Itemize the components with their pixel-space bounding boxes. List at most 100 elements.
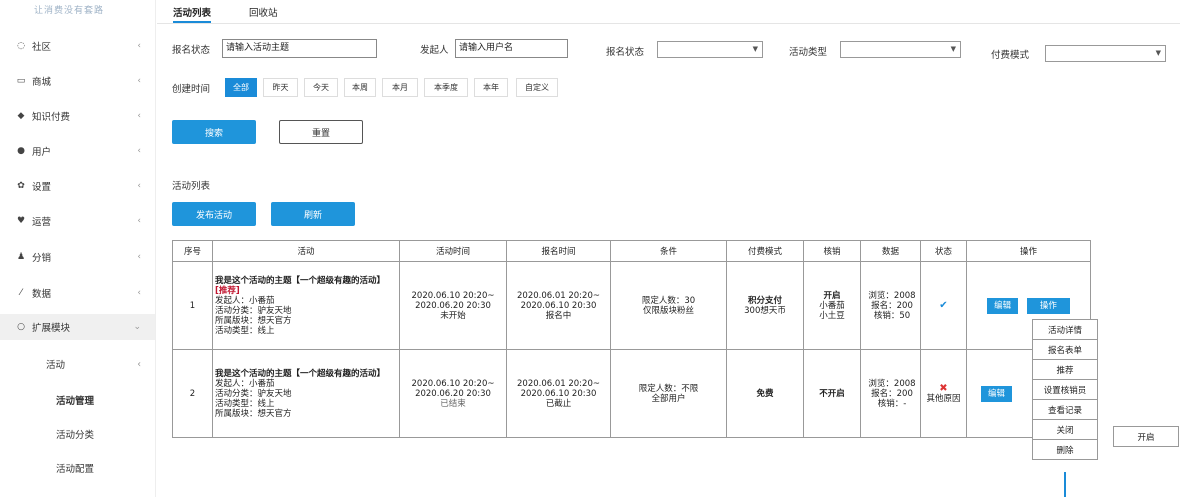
sponsor-input[interactable]: 请输入用户名 (455, 39, 568, 58)
menu-item-view-records[interactable]: 查看记录 (1032, 399, 1098, 420)
time-filter-week[interactable]: 本周 (344, 78, 376, 97)
menu-item-registration-form[interactable]: 报名表单 (1032, 339, 1098, 360)
heartbeat-icon: ♥ (16, 216, 26, 226)
tab-bar: 活动列表 回收站 (157, 0, 1180, 24)
search-button[interactable]: 搜索 (172, 120, 256, 144)
pay-amount: 300想天币 (744, 305, 786, 316)
time-filter-today[interactable]: 今天 (304, 78, 338, 97)
activity-type-select[interactable]: ▼ (840, 41, 961, 58)
reg-status-select-label: 报名状态 (606, 47, 645, 58)
reg-time-end: 2020.06.10 20:30 (520, 300, 597, 311)
activity-time-end: 2020.06.20 20:30 (415, 300, 491, 311)
activity-cell: 我是这个活动的主题【一个超级有趣的活动】 [推荐] 发起人：小番茄 活动分类：驴… (212, 261, 400, 350)
edit-button[interactable]: 编辑 (987, 297, 1019, 314)
data-signups: 报名：200 (871, 300, 913, 311)
sidebar-item-community[interactable]: ◌ 社区 ‹ (0, 33, 155, 59)
pay-mode-select[interactable]: ▼ (1045, 45, 1166, 62)
reg-status: 已截止 (545, 398, 572, 409)
menu-item-close[interactable]: 关闭 (1032, 419, 1098, 440)
activity-title[interactable]: 我是这个活动的主题【一个超级有趣的活动】 (215, 369, 397, 379)
sidebar-item-distribution[interactable]: ♟ 分销 ‹ (0, 244, 155, 270)
time-filter-yesterday[interactable]: 昨天 (263, 78, 298, 97)
sidebar-item-label: 运营 (32, 217, 52, 228)
time-filter-month[interactable]: 本月 (382, 78, 418, 97)
chevron-down-icon: ⌄ (133, 322, 141, 332)
activity-time-status: 未开始 (440, 310, 466, 321)
recommend-tag: [推荐] (215, 285, 240, 296)
refresh-button[interactable]: 刷新 (271, 202, 355, 226)
verifier-name: 小土豆 (819, 310, 845, 321)
sidebar-item-settings[interactable]: ✿ 设置 ‹ (0, 173, 155, 199)
col-header-actions: 操作 (966, 240, 1091, 262)
sidebar: 让消费没有套路 ◌ 社区 ‹ ▭ 商城 ‹ ◆ 知识付费 ‹ ● 用户 ‹ ✿ … (0, 0, 156, 497)
reg-time-start: 2020.06.01 20:20~ (517, 378, 600, 389)
chevron-left-icon: ‹ (137, 216, 141, 226)
activity-forum: 所属版块：想天官方 (215, 315, 292, 326)
col-header-condition: 条件 (610, 240, 727, 262)
tab-activity-list[interactable]: 活动列表 (173, 5, 212, 23)
comment-icon: ◌ (17, 41, 25, 51)
chevron-down-icon: ▼ (752, 45, 758, 53)
activity-time-cell: 2020.06.10 20:20~ 2020.06.20 20:30 已结束 (399, 349, 507, 438)
time-filter-year[interactable]: 本年 (474, 78, 508, 97)
sidebar-item-activity-category[interactable]: 活动分类 (0, 421, 155, 447)
data-cell: 浏览：2008 报名：200 核销：- (860, 349, 921, 438)
menu-item-recommend[interactable]: 推荐 (1032, 359, 1098, 380)
sidebar-item-mall[interactable]: ▭ 商城 ‹ (0, 68, 155, 94)
data-verified: 核销：50 (873, 310, 911, 321)
col-header-data: 数据 (860, 240, 921, 262)
table-row: 1 我是这个活动的主题【一个超级有趣的活动】 [推荐] 发起人：小番茄 活动分类… (172, 261, 1091, 350)
row-index: 2 (172, 349, 213, 438)
line-chart-icon: ⁄ (20, 288, 22, 298)
activity-table: 序号 活动 活动时间 报名时间 条件 付费模式 核销 数据 状态 操作 1 我是… (172, 240, 1091, 438)
activity-title[interactable]: 我是这个活动的主题【一个超级有趣的活动】 (215, 276, 397, 286)
sidebar-item-label: 社区 (32, 42, 52, 53)
chevron-left-icon: ‹ (137, 76, 141, 86)
sidebar-item-users[interactable]: ● 用户 ‹ (0, 138, 155, 164)
menu-item-activity-detail[interactable]: 活动详情 (1032, 319, 1098, 340)
publish-activity-button[interactable]: 发布活动 (172, 202, 256, 226)
menu-item-delete[interactable]: 删除 (1032, 439, 1098, 460)
sidebar-item-extensions[interactable]: ○ 扩展模块 ⌄ (0, 314, 155, 340)
operations-button[interactable]: 操作 (1026, 297, 1070, 314)
created-time-label: 创建时间 (172, 84, 211, 95)
chevron-left-icon: ‹ (137, 111, 141, 121)
graduation-cap-icon: ◆ (17, 111, 25, 121)
sidebar-item-label: 活动 (46, 360, 66, 371)
chevron-left-icon: ‹ (137, 181, 141, 191)
condition-scope: 全部用户 (651, 393, 686, 404)
reg-status: 报名中 (545, 310, 572, 321)
verify-cell: 不开启 (803, 349, 861, 438)
table-header-row: 序号 活动 活动时间 报名时间 条件 付费模式 核销 数据 状态 操作 (172, 240, 1091, 262)
sidebar-item-activity[interactable]: 活动 ‹ (0, 351, 155, 377)
edit-button[interactable]: 编辑 (981, 385, 1013, 402)
reg-time-cell: 2020.06.01 20:20~ 2020.06.10 20:30 已截止 (506, 349, 611, 438)
sidebar-item-activity-manage[interactable]: 活动管理 (0, 387, 155, 413)
tab-recycle-bin[interactable]: 回收站 (249, 5, 278, 23)
menu-item-set-verifier[interactable]: 设置核销员 (1032, 379, 1098, 400)
status-cell: ✔ (920, 261, 967, 350)
row-index: 1 (172, 261, 213, 350)
close-icon: ✖ (939, 382, 948, 394)
sidebar-item-knowledge[interactable]: ◆ 知识付费 ‹ (0, 103, 155, 129)
time-filter-quarter[interactable]: 本季度 (424, 78, 468, 97)
time-filter-custom[interactable]: 自定义 (516, 78, 558, 97)
chevron-left-icon: ‹ (137, 41, 141, 51)
time-filter-all[interactable]: 全部 (225, 78, 257, 97)
activity-theme-input[interactable]: 请输入活动主题 (222, 39, 377, 58)
col-header-verify: 核销 (803, 240, 861, 262)
open-button[interactable]: 开启 (1113, 426, 1179, 447)
verify-state: 开启 (823, 290, 841, 301)
chevron-left-icon: ‹ (137, 146, 141, 156)
reg-time-start: 2020.06.01 20:20~ (517, 290, 600, 301)
condition-scope: 仅限版块粉丝 (642, 305, 694, 316)
table-row: 2 我是这个活动的主题【一个超级有趣的活动】 发起人：小番茄 活动分类：驴友天地… (172, 349, 1091, 438)
reg-status-select[interactable]: ▼ (657, 41, 763, 58)
reset-button[interactable]: 重置 (279, 120, 363, 144)
sidebar-item-operations[interactable]: ♥ 运营 ‹ (0, 208, 155, 234)
activity-cell: 我是这个活动的主题【一个超级有趣的活动】 发起人：小番茄 活动分类：驴友天地 活… (212, 349, 400, 438)
activity-time-status: 已结束 (440, 398, 466, 409)
sidebar-item-data[interactable]: ⁄ 数据 ‹ (0, 280, 155, 306)
sidebar-item-activity-config[interactable]: 活动配置 (0, 455, 155, 481)
col-header-pay-mode: 付费模式 (726, 240, 804, 262)
